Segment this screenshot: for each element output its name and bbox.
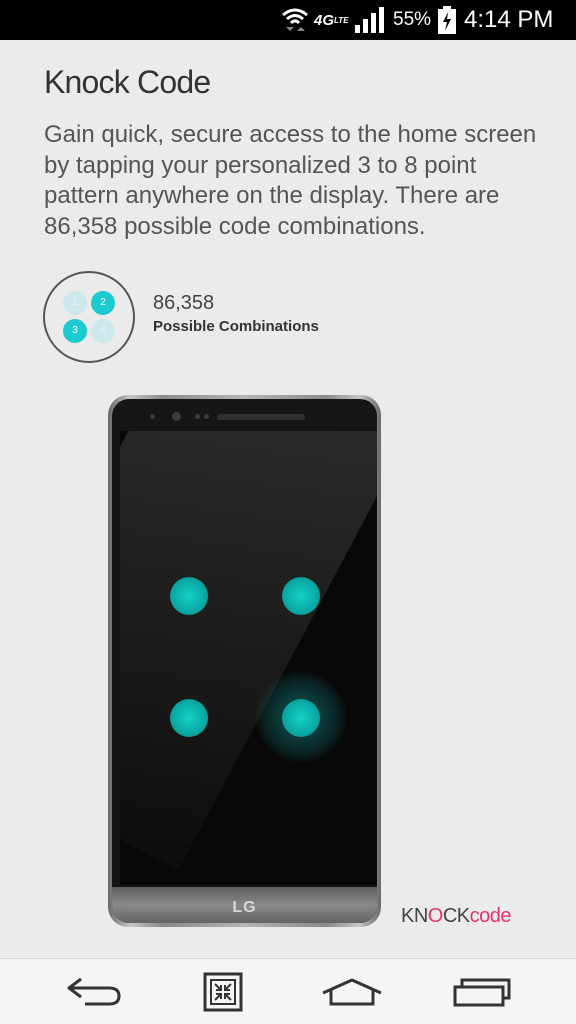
knock-pattern-icon: 1 2 3 4 [43, 271, 135, 363]
wifi-icon [280, 0, 310, 40]
home-button[interactable] [304, 959, 400, 1024]
navigation-bar [0, 958, 576, 1024]
page-description: Gain quick, secure access to the home sc… [44, 121, 537, 240]
network-indicator: 4G LTE [314, 0, 352, 40]
screen-glare [120, 431, 377, 871]
earpiece-speaker [217, 414, 305, 420]
status-bar: 4G LTE 55% 4:14 PM [0, 0, 576, 40]
knock-point-2 [282, 577, 320, 615]
logo-part-code: code [469, 905, 512, 927]
lg-logo: LG [232, 899, 257, 916]
page-title: Knock Code [44, 64, 211, 100]
knock-code-logo: KNOCKcode [401, 905, 512, 928]
sensor-dot [150, 414, 155, 419]
logo-part-kn: KN [401, 905, 428, 927]
recent-apps-button[interactable] [434, 959, 530, 1024]
sensor-dot [204, 414, 209, 419]
signal-icon [354, 0, 388, 40]
knock-point-1 [170, 577, 208, 615]
battery-percent: 55% [393, 9, 432, 30]
pattern-dot-2: 2 [91, 291, 115, 315]
battery-charging-icon [437, 0, 457, 40]
pattern-dot-4: 4 [91, 319, 115, 343]
front-camera [172, 412, 181, 421]
combination-count: 86,358 [153, 292, 215, 314]
knock-point-3 [170, 699, 208, 737]
recent-apps-icon [453, 978, 511, 1007]
logo-part-o: O [427, 905, 444, 927]
network-sup-label: LTE [334, 15, 349, 25]
dual-window-icon [203, 972, 243, 1012]
combination-label: Possible Combinations [153, 318, 319, 335]
logo-part-ck: CK [442, 905, 470, 927]
back-icon [67, 977, 121, 1006]
phone-screen [120, 431, 377, 885]
phone-body: LG [112, 399, 377, 923]
back-button[interactable] [46, 959, 142, 1024]
dual-window-button[interactable] [175, 959, 271, 1024]
pattern-dot-3: 3 [63, 319, 87, 343]
knock-point-4 [282, 699, 320, 737]
pattern-dot-1: 1 [63, 291, 87, 315]
home-icon [322, 978, 382, 1006]
phone-illustration: LG [108, 395, 381, 927]
network-label: 4G [314, 11, 335, 29]
sensor-dot [195, 414, 200, 419]
clock: 4:14 PM [464, 6, 554, 33]
